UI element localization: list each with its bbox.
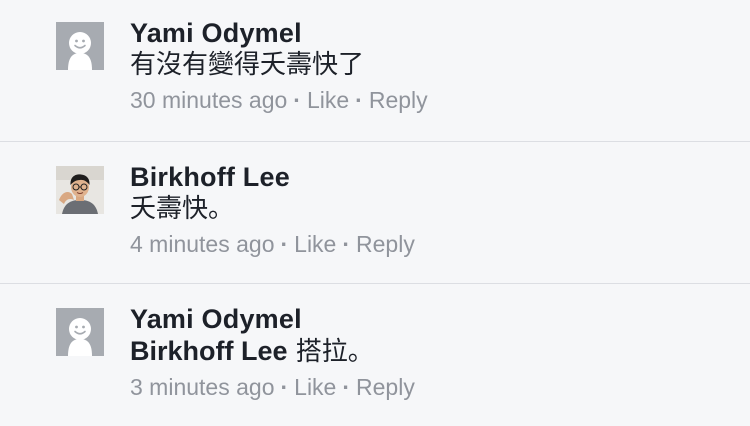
meta-separator: · bbox=[280, 231, 289, 257]
meta-separator: · bbox=[342, 374, 351, 400]
comment-content: Yami Odymel Birkhoff Lee 搭拉。 3 minutes a… bbox=[130, 303, 730, 402]
like-link[interactable]: Like bbox=[294, 231, 336, 257]
reply-link[interactable]: Reply bbox=[369, 87, 428, 113]
comment-timestamp[interactable]: 30 minutes ago bbox=[130, 87, 287, 113]
meta-separator: · bbox=[355, 87, 363, 113]
tagged-user-link[interactable]: Birkhoff Lee bbox=[130, 336, 288, 366]
comment-content: Birkhoff Lee 夭壽快。 4 minutes ago · Like · Rep… bbox=[130, 161, 730, 259]
like-link[interactable]: Like bbox=[307, 87, 349, 113]
comment-author[interactable]: Yami Odymel bbox=[130, 303, 730, 335]
comment-meta: 3 minutes ago · Like · Reply bbox=[130, 372, 730, 402]
comment-text: 有沒有變得夭壽快了 bbox=[130, 50, 365, 80]
user-photo-avatar[interactable] bbox=[56, 166, 104, 214]
comment-meta: 30 minutes ago · Like · Reply bbox=[130, 85, 730, 115]
comment-meta: 4 minutes ago · Like · Reply bbox=[130, 229, 730, 259]
comment-author[interactable]: Yami Odymel bbox=[130, 17, 730, 49]
comment-thread: Yami Odymel 有沒有變得夭壽快了 30 minutes ago · Lik… bbox=[0, 0, 750, 426]
meta-separator: · bbox=[280, 374, 289, 400]
default-avatar-icon[interactable] bbox=[56, 22, 104, 70]
default-avatar-icon[interactable] bbox=[56, 308, 104, 356]
meta-separator: · bbox=[293, 87, 301, 113]
comment-content: Yami Odymel 有沒有變得夭壽快了 30 minutes ago · Lik… bbox=[130, 17, 730, 115]
comment-item: Birkhoff Lee 夭壽快。 4 minutes ago · Like · Rep… bbox=[0, 142, 750, 284]
comment-timestamp[interactable]: 3 minutes ago bbox=[130, 374, 274, 400]
reply-link[interactable]: Reply bbox=[356, 374, 415, 400]
comment-text-body: 搭拉。 bbox=[287, 337, 374, 367]
comment-text: Birkhoff Lee 搭拉。 bbox=[130, 335, 730, 368]
like-link[interactable]: Like bbox=[294, 374, 336, 400]
meta-separator: · bbox=[342, 231, 351, 257]
comment-timestamp[interactable]: 4 minutes ago bbox=[130, 231, 274, 257]
reply-link[interactable]: Reply bbox=[356, 231, 415, 257]
comment-author[interactable]: Birkhoff Lee bbox=[130, 161, 730, 193]
comment-item: Yami Odymel 有沒有變得夭壽快了 30 minutes ago · Lik… bbox=[0, 0, 750, 142]
comment-item: Yami Odymel Birkhoff Lee 搭拉。 3 minutes a… bbox=[0, 284, 750, 426]
comment-text: 夭壽快。 bbox=[130, 194, 235, 224]
